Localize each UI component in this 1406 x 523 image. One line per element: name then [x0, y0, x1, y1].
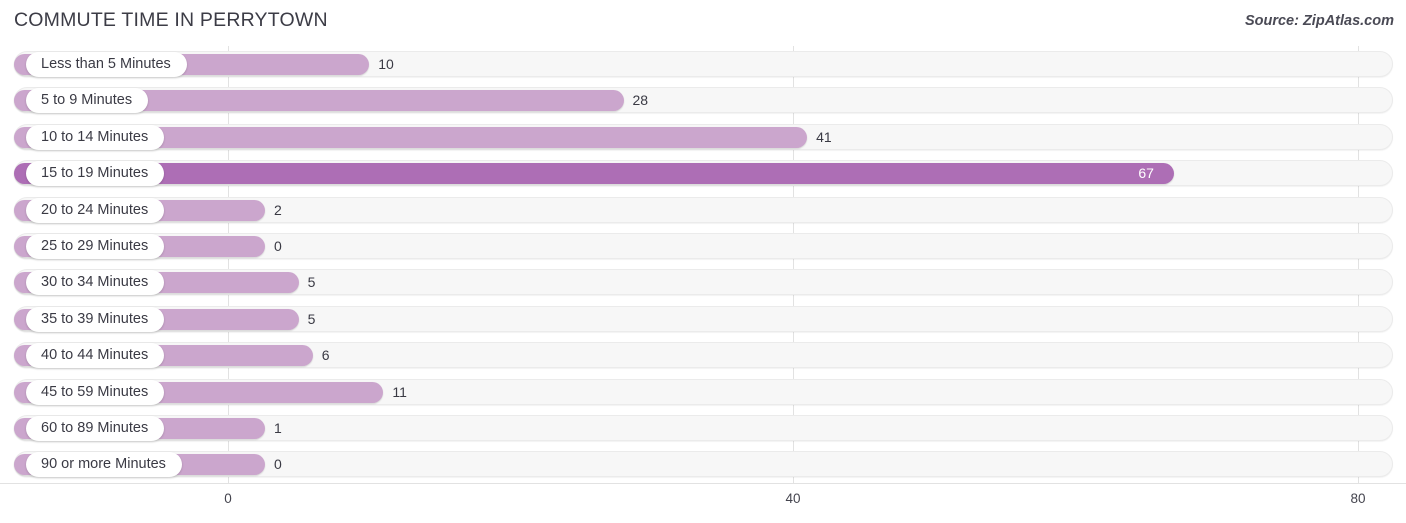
bar-row[interactable]: Less than 5 Minutes 10 [0, 46, 1406, 82]
bar-value-label: 1 [274, 419, 282, 436]
bar-category-label: Less than 5 Minutes [26, 52, 187, 77]
bar-row[interactable]: 35 to 39 Minutes 5 [0, 301, 1406, 337]
bar-row[interactable]: 30 to 34 Minutes 5 [0, 264, 1406, 300]
bar-category-label: 10 to 14 Minutes [26, 124, 165, 150]
plot-area: Less than 5 Minutes 10 5 to 9 Minutes 28 10 … [0, 46, 1406, 483]
bar-value-label: 28 [632, 92, 649, 109]
bar-category-label: 15 to 19 Minutes [26, 161, 165, 187]
bar-value-label: 5 [307, 310, 316, 327]
bar-value-label: 11 [392, 383, 407, 400]
source-attribution: Source: ZipAtlas.com [1244, 13, 1394, 29]
x-axis: 0 40 80 [0, 483, 1406, 523]
bar-row[interactable]: 20 to 24 Minutes 2 [0, 192, 1406, 228]
bar-row[interactable]: 25 to 29 Minutes 0 [0, 228, 1406, 264]
bar-category-label: 25 to 29 Minutes [26, 233, 165, 259]
bar-category-label: 40 to 44 Minutes [26, 343, 165, 369]
bar-category-label: 20 to 24 Minutes [26, 197, 165, 223]
bar-row[interactable]: 5 to 9 Minutes 28 [0, 82, 1406, 118]
bar-rows: Less than 5 Minutes 10 5 to 9 Minutes 28 10 … [0, 46, 1406, 483]
bar-value-label: 6 [321, 347, 330, 364]
bar-row[interactable]: 90 or more Minutes 0 [0, 446, 1406, 482]
bar-value-label: 0 [274, 237, 282, 254]
bar-value-label: 41 [816, 128, 832, 145]
bar-value-label: 10 [378, 56, 394, 72]
bar-value-label: 0 [274, 456, 282, 473]
chart-header: COMMUTE TIME IN PERRYTOWN Source: ZipAtl… [0, 0, 1406, 46]
bar-category-label: 45 to 59 Minutes [26, 379, 165, 405]
bar-category-label: 30 to 34 Minutes [26, 270, 165, 296]
bar-fill[interactable] [14, 163, 1175, 185]
bar-category-label: 35 to 39 Minutes [26, 306, 165, 332]
chart-container: COMMUTE TIME IN PERRYTOWN Source: ZipAtl… [0, 0, 1406, 523]
bar-row[interactable]: 15 to 19 Minutes 67 [0, 155, 1406, 191]
bar-row[interactable]: 45 to 59 Minutes 11 [0, 374, 1406, 410]
page-title: COMMUTE TIME IN PERRYTOWN [14, 9, 328, 31]
axis-tick-label: 40 [785, 491, 801, 506]
bar-value-label: 67 [1138, 165, 1154, 182]
bar-row[interactable]: 60 to 89 Minutes 1 [0, 410, 1406, 446]
bar-category-label: 90 or more Minutes [26, 452, 182, 478]
bar-category-label: 5 to 9 Minutes [26, 88, 149, 114]
bar-row[interactable]: 40 to 44 Minutes 6 [0, 337, 1406, 373]
bar-row[interactable]: 10 to 14 Minutes 41 [0, 119, 1406, 155]
bar-value-label: 5 [307, 274, 316, 291]
axis-line [0, 483, 1406, 484]
axis-tick-label: 0 [224, 491, 232, 506]
bar-category-label: 60 to 89 Minutes [26, 415, 165, 441]
bar-value-label: 2 [274, 201, 282, 218]
axis-tick-label: 80 [1350, 491, 1366, 506]
